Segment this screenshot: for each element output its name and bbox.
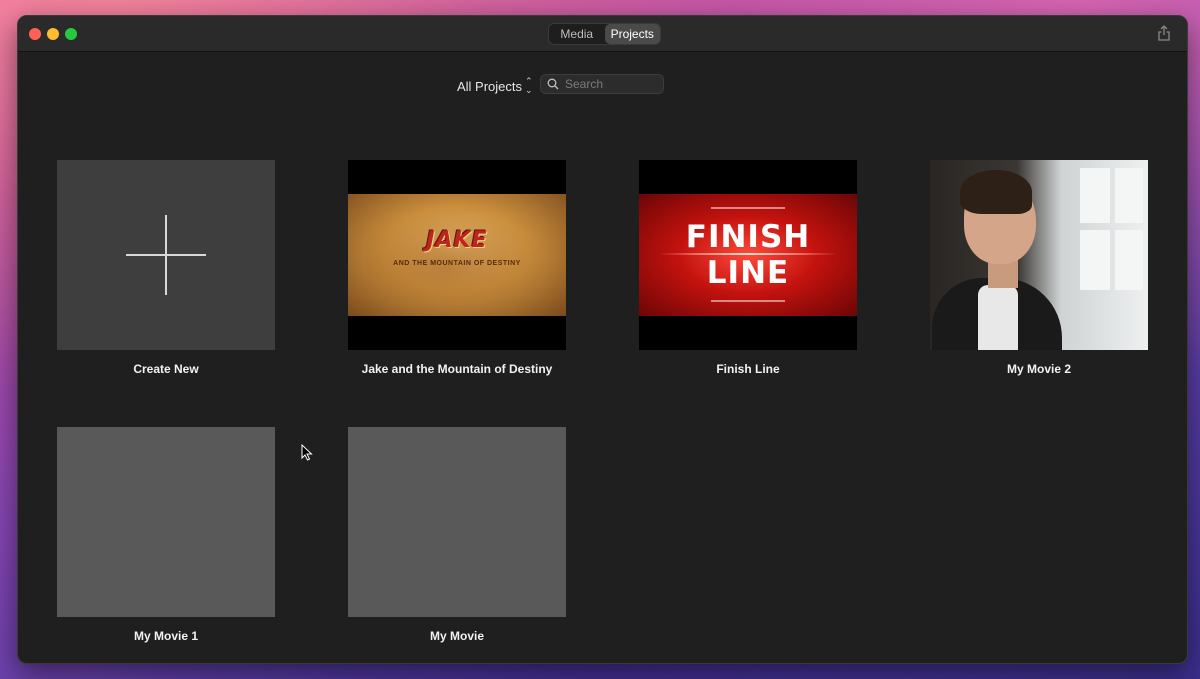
project-title: Jake and the Mountain of Destiny: [361, 362, 553, 376]
finish-title-line-1: FINISH: [685, 219, 811, 255]
project-title: My Movie 1: [133, 629, 199, 643]
minimize-window-button[interactable]: [47, 28, 59, 40]
project-tile-my-movie-1[interactable]: My Movie 1: [57, 427, 275, 643]
media-projects-toggle: Media Projects: [548, 23, 661, 45]
plus-icon-vertical: [165, 215, 167, 295]
window-pane: [1115, 230, 1143, 290]
finish-line-thumbnail[interactable]: FINISH LINE: [639, 160, 857, 350]
project-toolbar: All Projects ⌃ ⌄: [18, 74, 1187, 98]
project-title: My Movie: [429, 629, 484, 643]
decorative-rule: [711, 300, 785, 302]
mouse-pointer-icon: [301, 444, 313, 461]
share-icon[interactable]: [1157, 25, 1171, 41]
project-tile-jake[interactable]: JAKE AND THE MOUNTAIN OF DESTINY Jake an…: [348, 160, 566, 376]
zoom-window-button[interactable]: [65, 28, 77, 40]
window-pane: [1080, 168, 1110, 223]
project-tile-create-new[interactable]: Create New: [57, 160, 275, 376]
window-pane: [1080, 230, 1110, 290]
tab-media[interactable]: Media: [549, 24, 605, 44]
chevron-updown-icon: ⌃ ⌄: [525, 76, 533, 95]
decorative-rule: [711, 207, 785, 209]
project-filter-dropdown[interactable]: All Projects ⌃ ⌄: [457, 77, 533, 95]
search-input[interactable]: [565, 77, 655, 91]
project-tile-my-movie-2[interactable]: My Movie 2: [930, 160, 1148, 376]
project-tile-my-movie[interactable]: My Movie: [348, 427, 566, 643]
create-new-thumbnail[interactable]: [57, 160, 275, 350]
project-title: My Movie 2: [1006, 362, 1072, 376]
close-window-button[interactable]: [29, 28, 41, 40]
jake-title-art: JAKE: [426, 228, 488, 253]
project-title: Finish Line: [716, 362, 780, 376]
search-icon: [547, 78, 559, 90]
my-movie-thumbnail[interactable]: [348, 427, 566, 617]
jake-map-background: [348, 194, 566, 316]
project-tile-finish-line[interactable]: FINISH LINE Finish Line: [639, 160, 857, 376]
person-shirt: [978, 285, 1018, 350]
project-title: Create New: [133, 362, 199, 376]
titlebar: Media Projects: [18, 16, 1187, 52]
person-hair: [960, 170, 1032, 214]
my-movie-1-thumbnail[interactable]: [57, 427, 275, 617]
search-box: [540, 74, 664, 94]
finish-title-line-2: LINE: [706, 255, 790, 291]
jake-subtitle-art: AND THE MOUNTAIN OF DESTINY: [393, 260, 521, 267]
my-movie-2-thumbnail[interactable]: [930, 160, 1148, 350]
imovie-window: Media Projects All Projects ⌃⌄ Create Ne…: [17, 15, 1188, 664]
tab-projects[interactable]: Projects: [604, 24, 660, 44]
window-pane: [1115, 168, 1143, 223]
project-filter-label: All Projects: [457, 78, 523, 94]
jake-thumbnail[interactable]: JAKE AND THE MOUNTAIN OF DESTINY: [348, 160, 566, 350]
